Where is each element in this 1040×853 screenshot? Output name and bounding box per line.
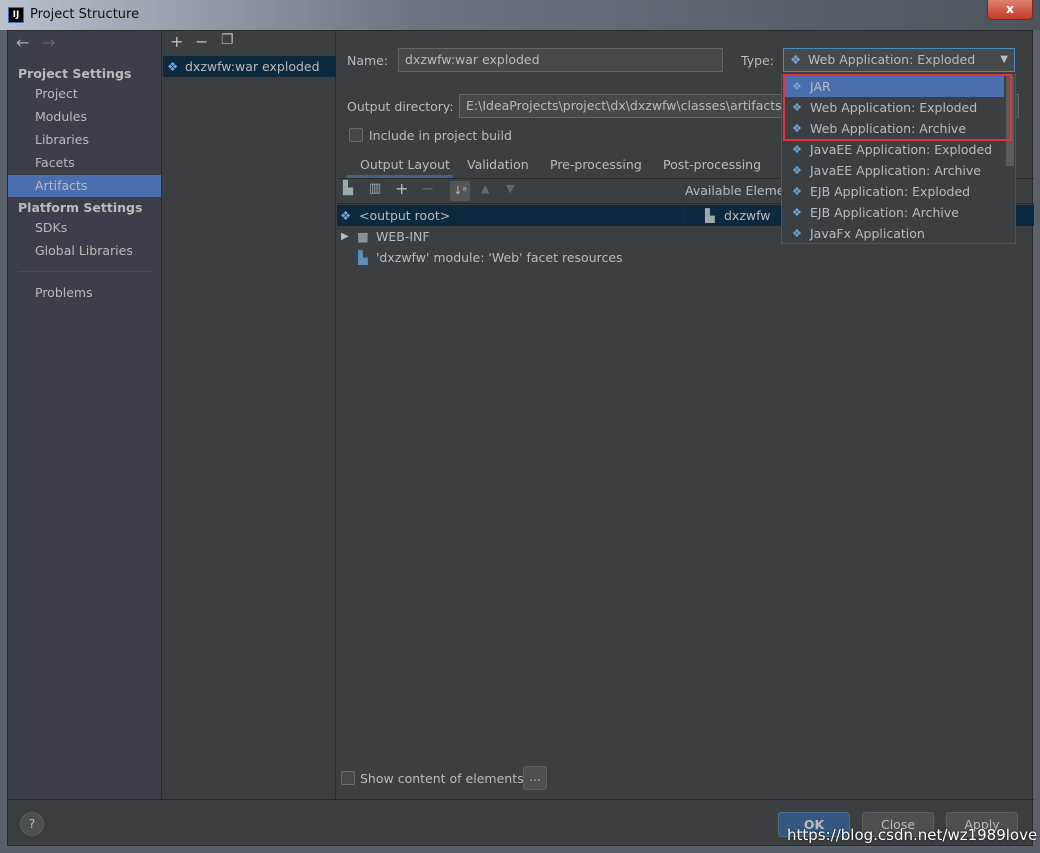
- tab-validation[interactable]: Validation: [467, 157, 529, 172]
- javafx-icon: ❖: [792, 227, 802, 240]
- new-directory-icon[interactable]: ▙: [343, 181, 353, 196]
- sidebar: ← → Project Settings Project Modules Lib…: [8, 31, 162, 799]
- window-title: Project Structure: [30, 7, 140, 22]
- tree-label: 'dxzwfw' module: 'Web' facet resources: [376, 250, 623, 265]
- move-down-icon[interactable]: ▼: [506, 182, 514, 195]
- include-in-build-label: Include in project build: [369, 128, 512, 143]
- tree-row-facet-resources[interactable]: ▙ 'dxzwfw' module: 'Web' facet resources: [337, 247, 737, 268]
- name-input[interactable]: dxzwfw:war exploded: [398, 48, 723, 72]
- highlight-annotation-box: [783, 74, 1012, 141]
- include-in-build-checkbox[interactable]: [349, 128, 363, 142]
- help-button[interactable]: ?: [20, 812, 44, 836]
- type-select[interactable]: ❖ Web Application: Exploded ▼: [783, 48, 1015, 72]
- available-element[interactable]: dxzwfw: [724, 205, 771, 226]
- option-label: JavaEE Application: Exploded: [810, 142, 993, 157]
- sort-icon[interactable]: ↓ᵃ: [450, 181, 470, 201]
- sidebar-item-modules[interactable]: Modules: [8, 106, 161, 128]
- copy-icon[interactable]: ❐: [221, 32, 234, 48]
- artifact-item[interactable]: ❖ dxzwfw:war exploded: [163, 56, 336, 77]
- option-ejb-exploded[interactable]: ❖ EJB Application: Exploded: [784, 181, 1004, 202]
- type-label: Type:: [741, 53, 774, 68]
- tab-output-layout[interactable]: Output Layout: [360, 157, 450, 172]
- divider: [18, 271, 153, 272]
- option-ejb-archive[interactable]: ❖ EJB Application: Archive: [784, 202, 1004, 223]
- intellij-logo: IJ: [8, 7, 24, 23]
- option-javaee-archive[interactable]: ❖ JavaEE Application: Archive: [784, 160, 1004, 181]
- option-label: EJB Application: Archive: [810, 205, 959, 220]
- column-divider: [683, 205, 684, 226]
- sidebar-item-libraries[interactable]: Libraries: [8, 129, 161, 151]
- javaee-icon: ❖: [792, 143, 802, 156]
- tree-label: <output root>: [359, 208, 451, 223]
- artifact-label: dxzwfw:war exploded: [185, 59, 320, 74]
- output-root-icon: ❖: [340, 208, 352, 223]
- folder-icon: ■: [357, 229, 369, 244]
- show-content-label: Show content of elements: [360, 771, 524, 786]
- expand-arrow-icon[interactable]: ▶: [341, 226, 349, 247]
- remove-element-icon[interactable]: −: [421, 179, 434, 198]
- sidebar-item-sdks[interactable]: SDKs: [8, 217, 161, 239]
- type-value: Web Application: Exploded: [808, 52, 976, 67]
- sidebar-item-facets[interactable]: Facets: [8, 152, 161, 174]
- forward-arrow-icon[interactable]: →: [42, 33, 55, 52]
- web-artifact-icon: ❖: [790, 52, 802, 67]
- artifact-list-panel: + − ❐ ❖ dxzwfw:war exploded: [163, 31, 336, 799]
- tree-label: WEB-INF: [376, 229, 430, 244]
- option-javafx[interactable]: ❖ JavaFx Application: [784, 223, 1004, 244]
- add-icon[interactable]: +: [170, 32, 183, 51]
- javaee-icon: ❖: [792, 164, 802, 177]
- section-project-settings: Project Settings: [18, 66, 132, 81]
- back-arrow-icon[interactable]: ←: [16, 33, 29, 52]
- ejb-icon: ❖: [792, 206, 802, 219]
- archive-icon[interactable]: ▥: [369, 181, 381, 196]
- sidebar-item-project[interactable]: Project: [8, 83, 161, 105]
- watermark: https://blog.csdn.net/wz1989love: [787, 826, 1038, 844]
- remove-icon[interactable]: −: [195, 32, 208, 51]
- tab-post-processing[interactable]: Post-processing: [663, 157, 761, 172]
- more-button[interactable]: ...: [523, 766, 547, 790]
- option-label: JavaEE Application: Archive: [810, 163, 981, 178]
- option-label: JavaFx Application: [810, 226, 925, 241]
- chevron-down-icon: ▼: [1000, 54, 1008, 65]
- move-up-icon[interactable]: ▲: [481, 182, 489, 195]
- sidebar-item-problems[interactable]: Problems: [8, 282, 161, 304]
- option-label: EJB Application: Exploded: [810, 184, 971, 199]
- sidebar-item-global-libraries[interactable]: Global Libraries: [8, 240, 161, 262]
- web-artifact-icon: ❖: [167, 59, 179, 74]
- web-facet-icon: ▙: [358, 250, 368, 265]
- section-platform-settings: Platform Settings: [18, 200, 143, 215]
- ejb-icon: ❖: [792, 185, 802, 198]
- window-close-button[interactable]: x: [987, 0, 1033, 20]
- tab-pre-processing[interactable]: Pre-processing: [550, 157, 642, 172]
- option-javaee-exploded[interactable]: ❖ JavaEE Application: Exploded: [784, 139, 1004, 160]
- name-label: Name:: [347, 53, 389, 68]
- available-elements-label: Available Elemer: [685, 183, 790, 198]
- sidebar-item-artifacts[interactable]: Artifacts: [8, 175, 161, 197]
- show-content-checkbox[interactable]: [341, 771, 355, 785]
- add-element-icon[interactable]: +: [395, 179, 408, 198]
- output-directory-label: Output directory:: [347, 99, 454, 114]
- module-folder-icon: ▙: [705, 208, 715, 223]
- title-bar: IJ Project Structure: [0, 0, 1040, 30]
